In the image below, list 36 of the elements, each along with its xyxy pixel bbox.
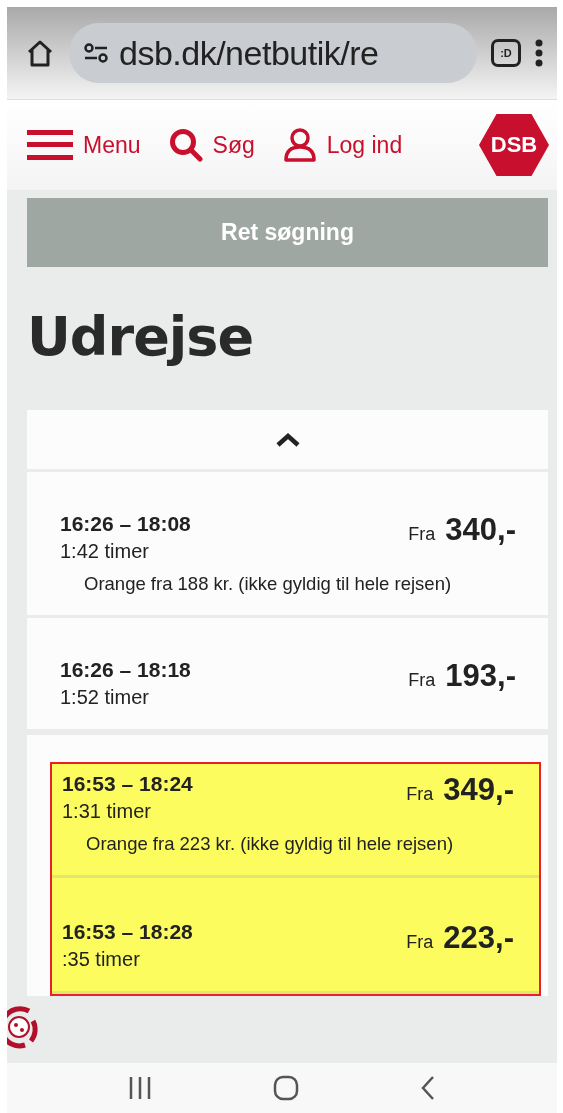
more-options-icon[interactable] [535,39,543,67]
journey-duration: 1:42 timer [60,540,150,563]
journey-times: 16:53 – 18:28 [62,920,193,944]
back-icon[interactable] [420,1075,437,1101]
journey-price: 349,- [443,772,514,808]
journey-times: 16:26 – 18:18 [60,658,191,682]
home-button-icon[interactable] [273,1075,299,1101]
chevron-up-icon [274,432,301,447]
journey-price: 193,- [445,658,516,694]
journey-note: Orange fra 223 kr. (ikke gyldig til hele rejsen) [86,833,455,855]
address-bar[interactable]: dsb.dk/netbutik/re [69,23,477,83]
journey-duration: 1:52 timer [60,686,150,709]
page-heading: Udrejse [27,305,255,368]
price-prefix: Fra [408,524,436,545]
price-prefix: Fra [406,784,434,805]
journey-duration: :35 timer [62,948,141,971]
journey-times: 16:26 – 18:08 [60,512,191,536]
user-icon [282,128,317,162]
tab-switcher[interactable]: :D [491,39,521,67]
site-settings-icon[interactable] [83,43,109,63]
search-icon [168,128,203,162]
nav-link[interactable]: Søg [168,128,255,162]
price-prefix: Fra [408,670,436,691]
nav-link[interactable]: Menu [27,130,141,160]
journey-note: Orange fra 188 kr. (ikke gyldig til hele rejsen) [84,573,453,595]
price-prefix: Fra [406,932,434,953]
logo[interactable]: DSB [479,114,549,176]
home-icon[interactable] [25,38,55,68]
recent-apps-icon[interactable] [127,1077,152,1099]
journey-duration: 1:31 timer [62,800,152,823]
url-text: dsb.dk/netbutik/re [119,33,379,73]
nav-link[interactable]: Log ind [282,128,403,162]
journey-price: 340,- [445,512,516,548]
journey-times: 16:53 – 18:24 [62,772,193,796]
journey-price: 223,- [443,920,514,956]
menu-icon [27,130,73,160]
